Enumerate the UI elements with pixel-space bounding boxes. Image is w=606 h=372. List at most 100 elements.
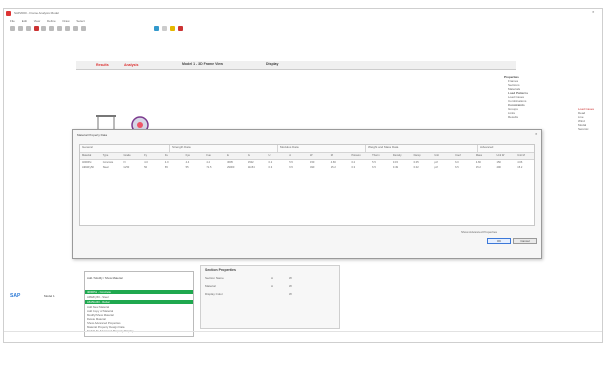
column-header[interactable]: A <box>289 154 291 158</box>
column-header[interactable]: Density <box>393 154 402 158</box>
open-icon[interactable] <box>17 26 23 31</box>
window-controls[interactable]: ✕ <box>584 10 598 15</box>
prop-label: Section Name <box>205 276 224 280</box>
table-row[interactable]: A992Fy50 Steel Gr50 50 65 55 71.5 29000 11154 0.3… <box>80 165 534 170</box>
column-header[interactable]: E <box>227 154 229 158</box>
ok-button[interactable]: OK <box>487 238 511 244</box>
table-cell[interactable]: 11154 <box>248 166 255 170</box>
close-icon[interactable]: ✕ <box>535 132 538 136</box>
stop-icon[interactable] <box>177 26 183 31</box>
column-header[interactable]: Unit <box>434 154 439 158</box>
group-label: Strength Data <box>172 145 191 149</box>
list-item[interactable]: A615Gr60 - Rebar <box>85 300 193 304</box>
column-header[interactable]: Fye <box>186 154 190 158</box>
menu-draw[interactable]: Draw <box>63 19 70 23</box>
display-toolbar <box>154 26 185 32</box>
section-properties-panel: Section Properties Section Name A W Mate… <box>200 265 340 329</box>
table-cell[interactable]: Gr50 <box>123 166 129 170</box>
menu-bar: File Edit View Define Draw Select <box>10 19 91 23</box>
tab-analysis[interactable]: Analysis <box>124 63 138 67</box>
undo-icon[interactable] <box>41 26 47 31</box>
prop-value[interactable]: W <box>289 276 292 280</box>
table-cell[interactable]: 15.2 <box>476 166 481 170</box>
column-header[interactable]: Fue <box>206 154 210 158</box>
advanced-properties-link[interactable]: Show Advanced Properties <box>461 230 497 234</box>
table-cell[interactable]: 6.5 <box>455 166 459 170</box>
table-cell[interactable]: 490 <box>310 166 314 170</box>
run-icon[interactable] <box>33 26 39 31</box>
group-header: General <box>80 145 170 153</box>
display-icon[interactable] <box>154 26 159 31</box>
prop-label: Material <box>205 284 216 288</box>
cancel-button[interactable]: Cancel <box>513 238 537 244</box>
material-list: Add / Modify / Show Material 4000Psi - C… <box>84 271 194 337</box>
column-header[interactable]: Grade <box>123 154 130 158</box>
table-cell[interactable]: 50 <box>144 166 147 170</box>
app-window: SAP2000 - Frame Analysis Model ✕ File Ed… <box>3 8 603 343</box>
new-icon[interactable] <box>10 26 15 31</box>
table-cell[interactable]: 0.3 <box>351 166 355 170</box>
material-property-dialog: Material Property Data ✕ General Strengt… <box>72 129 542 259</box>
column-header[interactable]: U <box>269 154 271 158</box>
menu-file[interactable]: File <box>10 19 15 23</box>
view-3d-icon[interactable] <box>80 26 86 31</box>
column-header[interactable]: W <box>310 154 312 158</box>
table-cell[interactable]: 65 <box>165 166 168 170</box>
table-cell[interactable]: Steel <box>103 166 109 170</box>
table-cell[interactable]: 0.3 <box>269 166 273 170</box>
column-header[interactable]: Material <box>82 154 91 158</box>
prop-value[interactable]: A <box>271 276 273 280</box>
prop-value[interactable]: W <box>289 284 292 288</box>
table-cell[interactable]: pcf <box>434 166 437 170</box>
menu-edit[interactable]: Edit <box>22 19 27 23</box>
list-item[interactable]: A992Fy50 - Steel <box>87 295 109 299</box>
menu-define[interactable]: Define <box>47 19 56 23</box>
tab-display[interactable]: Display <box>266 62 278 67</box>
column-header[interactable]: Damp <box>414 154 421 158</box>
pan-icon[interactable] <box>72 26 78 31</box>
material-table: General Strength Data Modulus Data Weigh… <box>79 144 535 226</box>
list-item[interactable]: 4000Psi - Concrete <box>85 290 193 294</box>
column-header[interactable]: Poisson <box>351 154 360 158</box>
table-cell[interactable]: 15.2 <box>517 166 522 170</box>
save-icon[interactable] <box>25 26 31 31</box>
table-cell[interactable]: 0.02 <box>414 166 419 170</box>
group-label: Weight and Mass Data <box>368 145 399 149</box>
table-cell[interactable]: 490 <box>497 166 501 170</box>
column-header[interactable]: M <box>331 154 333 158</box>
tree-item[interactable]: Results <box>504 115 564 119</box>
redo-icon[interactable] <box>49 26 55 31</box>
table-cell[interactable]: 0.49 <box>393 166 398 170</box>
column-header[interactable]: Fu <box>165 154 168 158</box>
toolbar <box>10 26 88 32</box>
window-title: SAP2000 - Frame Analysis Model <box>14 11 59 15</box>
prop-value[interactable]: A <box>271 284 273 288</box>
table-cell[interactable]: 15.2 <box>331 166 336 170</box>
menu-view[interactable]: View <box>34 19 40 23</box>
menu-select[interactable]: Select <box>76 19 84 23</box>
app-brand-logo: SAP <box>10 293 21 299</box>
dialog-title: Material Property Data <box>77 133 108 137</box>
table-cell[interactable]: 71.5 <box>206 166 211 170</box>
column-header[interactable]: Type <box>103 154 109 158</box>
column-header[interactable]: Unit W <box>497 154 505 158</box>
column-header[interactable]: Fy <box>144 154 147 158</box>
prop-value[interactable]: W <box>289 292 292 296</box>
table-cell[interactable]: 6.5 <box>289 166 293 170</box>
table-cell[interactable]: 6.5 <box>372 166 376 170</box>
tab-results[interactable]: Results <box>96 63 109 67</box>
refresh-icon[interactable] <box>57 26 63 31</box>
column-header[interactable]: Therm <box>372 154 380 158</box>
table-cell[interactable]: 29000 <box>227 166 234 170</box>
column-header[interactable]: G <box>248 154 250 158</box>
table-cell[interactable]: 55 <box>186 166 189 170</box>
load-case-item[interactable]: Seismic <box>578 127 602 131</box>
group-header: Advanced <box>478 145 534 153</box>
column-header[interactable]: Coef <box>455 154 460 158</box>
zoom-icon[interactable] <box>64 26 70 31</box>
table-cell[interactable]: A992Fy50 <box>82 166 94 170</box>
highlight-icon[interactable] <box>169 26 175 31</box>
column-header[interactable]: Mass <box>476 154 482 158</box>
column-header[interactable]: Unit M <box>517 154 525 158</box>
grid-icon[interactable] <box>161 26 167 31</box>
